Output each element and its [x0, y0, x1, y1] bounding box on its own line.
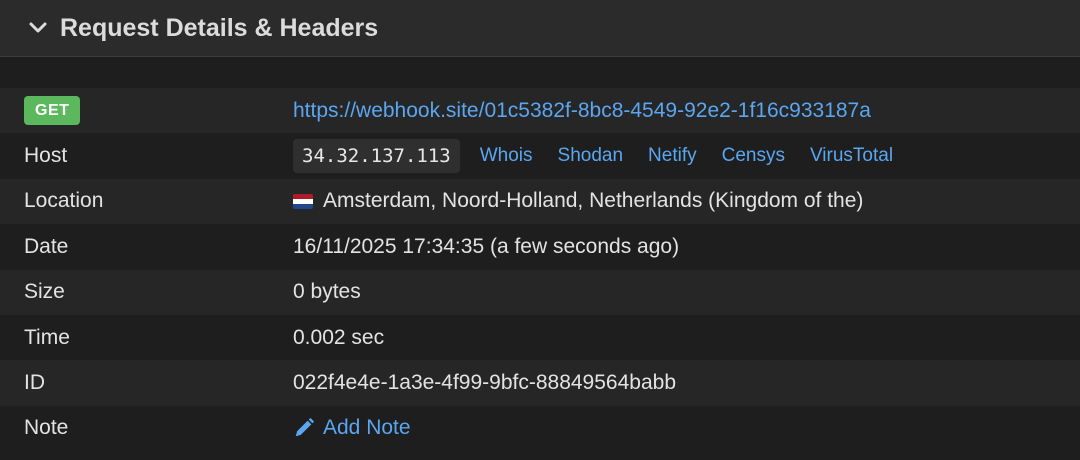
location-value: Amsterdam, Noord-Holland, Netherlands (K…	[323, 189, 864, 213]
censys-link[interactable]: Censys	[722, 145, 785, 167]
location-label: Location	[24, 189, 104, 213]
size-value: 0 bytes	[293, 280, 361, 304]
panel-title: Request Details & Headers	[60, 13, 379, 42]
netherlands-flag-icon	[293, 193, 313, 209]
time-value: 0.002 sec	[293, 325, 385, 349]
location-row: Location Amsterdam, Noord-Holland, Nethe…	[0, 178, 1080, 225]
host-row: Host 34.32.137.113 Whois Shodan Netify C…	[0, 133, 1080, 179]
host-ip: 34.32.137.113	[293, 139, 460, 174]
size-row: Size 0 bytes	[0, 269, 1080, 315]
note-label: Note	[24, 416, 69, 440]
date-label: Date	[24, 234, 69, 258]
request-details-table: GET https://webhook.site/01c5382f-8bc8-4…	[0, 88, 1080, 452]
method-url-row: GET https://webhook.site/01c5382f-8bc8-4…	[0, 88, 1080, 134]
method-badge: GET	[24, 96, 81, 126]
date-value: 16/11/2025 17:34:35 (a few seconds ago)	[293, 234, 680, 258]
date-row: Date 16/11/2025 17:34:35 (a few seconds …	[0, 224, 1080, 270]
shodan-link[interactable]: Shodan	[558, 145, 624, 167]
netify-link[interactable]: Netify	[648, 145, 697, 167]
panel-header[interactable]: Request Details & Headers	[0, 0, 1080, 57]
id-label: ID	[24, 371, 45, 395]
virustotal-link[interactable]: VirusTotal	[810, 145, 893, 167]
request-url-link[interactable]: https://webhook.site/01c5382f-8bc8-4549-…	[293, 99, 871, 123]
add-note-label: Add Note	[323, 416, 411, 440]
id-value: 022f4e4e-1a3e-4f99-9bfc-88849564babb	[293, 371, 676, 395]
pencil-icon	[295, 418, 315, 437]
note-row: Note Add Note	[0, 405, 1080, 452]
whois-link[interactable]: Whois	[480, 145, 533, 167]
time-row: Time 0.002 sec	[0, 314, 1080, 361]
host-label: Host	[24, 144, 68, 168]
id-row: ID 022f4e4e-1a3e-4f99-9bfc-88849564babb	[0, 360, 1080, 406]
add-note-button[interactable]: Add Note	[293, 416, 411, 440]
chevron-down-icon[interactable]	[28, 18, 48, 38]
size-label: Size	[24, 280, 65, 304]
time-label: Time	[24, 325, 70, 349]
